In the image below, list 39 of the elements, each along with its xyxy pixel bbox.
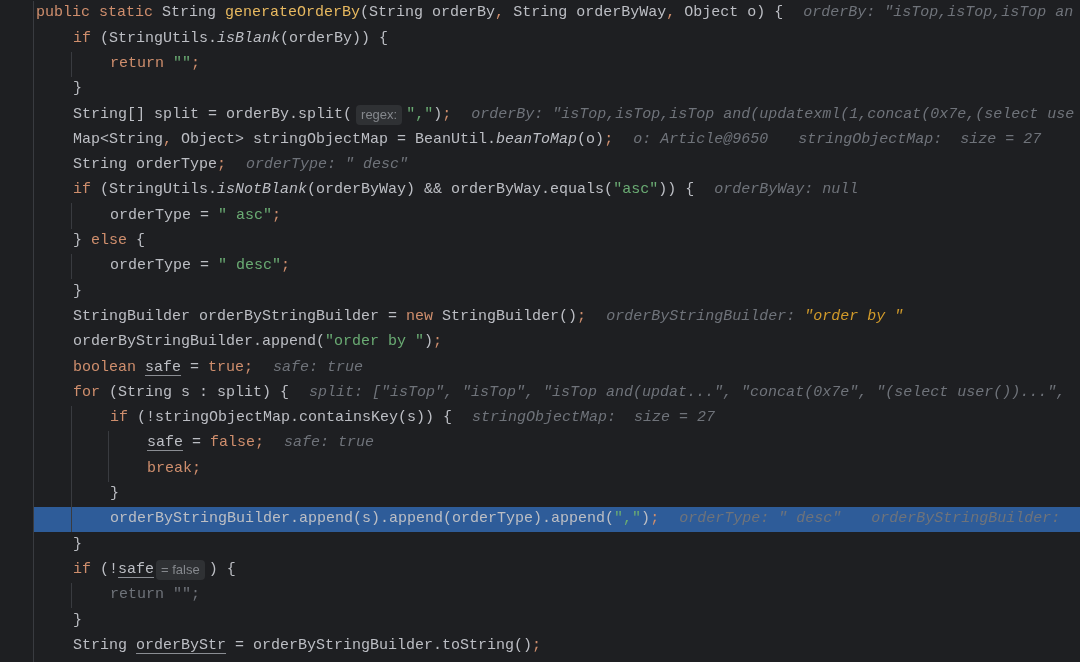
code-line: } xyxy=(73,79,82,100)
inline-debug-value: split: ["isTop", "isTop", "isTop and(updat...", "concat(0x7e", "(select user())...", xyxy=(309,382,1066,403)
code-line: orderByStringBuilder.append(s).append(orderType).append(","); xyxy=(110,509,660,530)
inline-debug-value: safe: true xyxy=(284,433,375,454)
inline-debug-value: orderType: " desc" xyxy=(679,509,842,530)
inline-debug-value: o: Article@9650 xyxy=(633,129,769,150)
code-line: String[] split = orderBy.split( regex: ","); xyxy=(73,104,452,127)
code-line: if (StringUtils.isBlank(orderBy)) { xyxy=(73,28,389,49)
inline-debug-value: orderType: " desc" xyxy=(246,155,409,176)
inline-debug-value: stringObjectMap: size = 27 xyxy=(798,129,1042,150)
inline-debug-value: orderBy: "isTop,isTop,isTop and(updatexml(1,concat(0x7e,(select use xyxy=(471,104,1075,125)
code-line: Map<String, Object> stringObjectMap = BeanUtil.beanToMap(o); xyxy=(73,129,614,150)
code-line: } else { xyxy=(73,231,146,252)
code-line: if (!safe = false ) { xyxy=(73,559,236,582)
code-line: StringBuilder orderByStringBuilder = new StringBuilder(); xyxy=(73,306,587,327)
inline-debug-value: orderByStringBuilder: xyxy=(871,509,1061,530)
code-line: if (StringUtils.isNotBlank(orderByWay) && orderByWay.equals("asc")) { xyxy=(73,180,695,201)
code-line: if (!stringObjectMap.containsKey(s)) { xyxy=(110,408,453,429)
inline-debug-value: orderBy: "isTop,isTop,isTop an xyxy=(803,3,1074,24)
code-line: public static String generateOrderBy(String orderBy, String orderByWay, Object o) { xyxy=(36,3,784,24)
code-line: break; xyxy=(147,458,201,479)
inline-debug-value: stringObjectMap: size = 27 xyxy=(472,408,716,429)
code-line: } xyxy=(73,610,82,631)
code-line: return ""; xyxy=(110,585,200,606)
code-line: } xyxy=(73,534,82,555)
code-line: String orderByStr = orderByStringBuilder.toString(); xyxy=(73,635,542,656)
code-line: } xyxy=(73,281,82,302)
code-line: String orderType; xyxy=(73,155,227,176)
code-line: safe = false; xyxy=(147,433,265,454)
inline-debug-value: safe: true xyxy=(273,357,364,378)
code-line: orderType = " desc"; xyxy=(110,256,291,277)
inline-debug-value: orderByStringBuilder: "order by " xyxy=(606,306,904,327)
code-line: return ""; xyxy=(110,54,201,74)
code-line: } xyxy=(110,484,119,505)
code-line: orderByStringBuilder.append("order by "); xyxy=(73,332,443,353)
code-line: for (String s : split) { xyxy=(73,382,290,403)
inline-debug-value: orderByWay: null xyxy=(714,180,859,201)
code-line: boolean safe = true; xyxy=(73,357,254,378)
code-line: orderType = " asc"; xyxy=(110,205,282,226)
